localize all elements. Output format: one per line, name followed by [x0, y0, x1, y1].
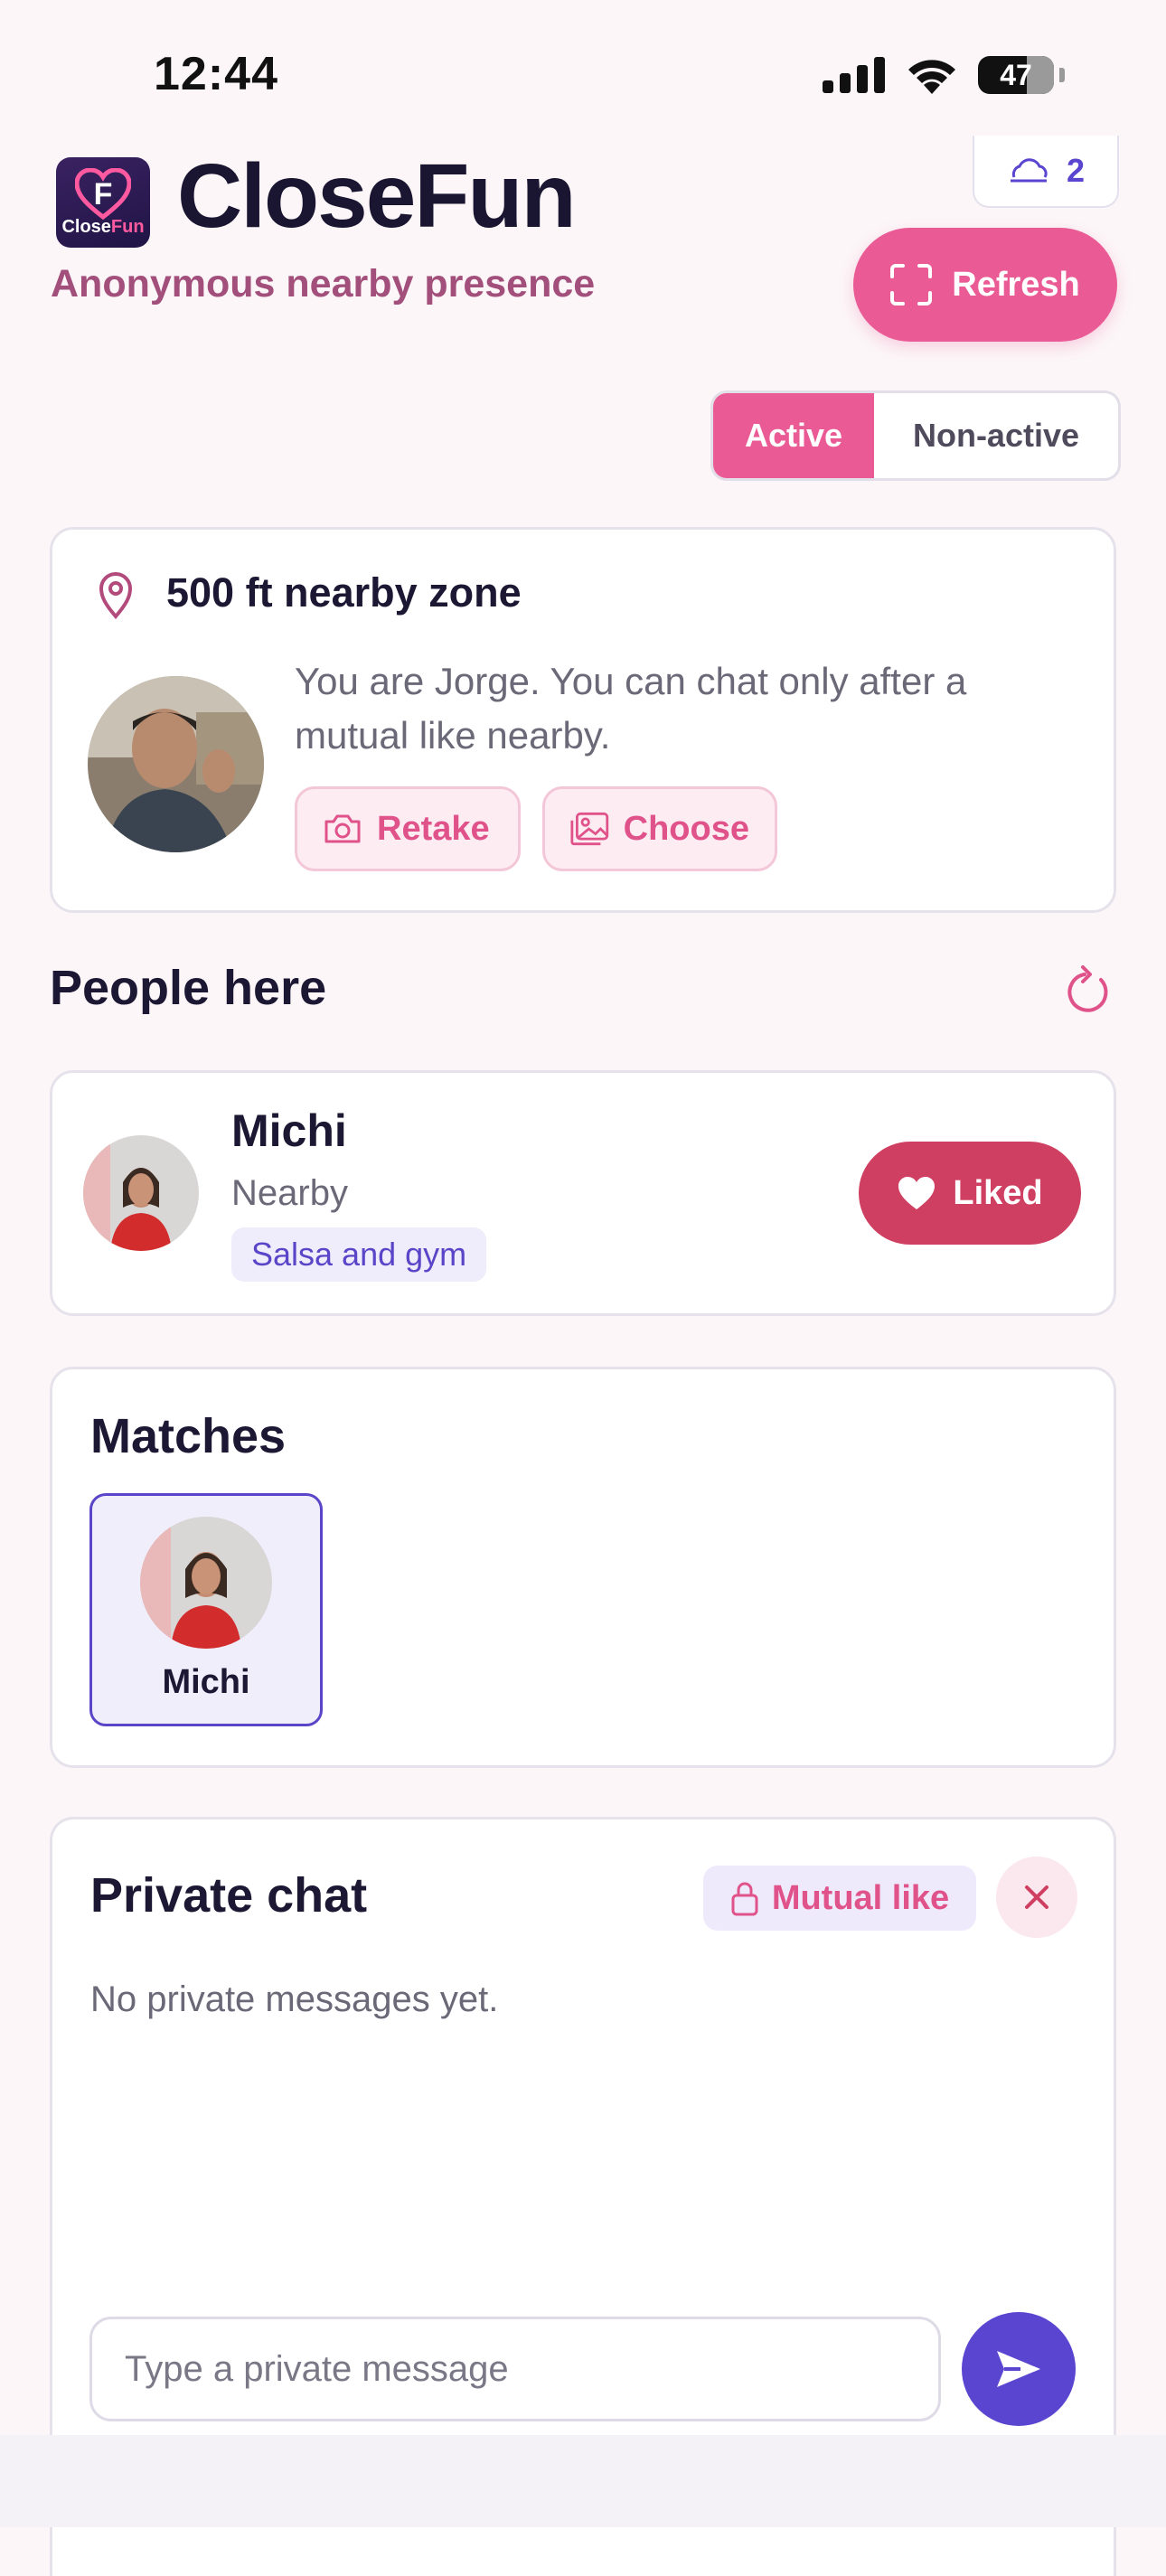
retake-label: Retake [377, 809, 490, 848]
person-status: Nearby [231, 1173, 348, 1213]
chat-title: Private chat [90, 1868, 368, 1923]
person-name: Michi [231, 1105, 347, 1156]
close-icon [1025, 1885, 1048, 1909]
cloud-icon [1010, 158, 1048, 183]
status-icons: 47 [823, 56, 1065, 94]
close-chat-button[interactable] [996, 1857, 1077, 1938]
heart-logo-icon: F [75, 167, 131, 220]
zone-title: 500 ft nearby zone [166, 569, 522, 616]
choose-label: Choose [623, 809, 749, 848]
toggle-active[interactable]: Active [713, 393, 874, 478]
retake-button[interactable]: Retake [295, 786, 521, 871]
battery-icon: 47 [978, 56, 1054, 94]
match-avatar [140, 1517, 272, 1649]
my-avatar [88, 676, 264, 852]
message-input[interactable] [89, 2317, 941, 2421]
bottom-safe-area [0, 2435, 1166, 2527]
refresh-button[interactable]: Refresh [853, 228, 1117, 342]
refresh-label: Refresh [952, 265, 1080, 304]
presence-toggle: Active Non-active [710, 390, 1121, 481]
send-icon [997, 2351, 1040, 2387]
choose-button[interactable]: Choose [542, 786, 777, 871]
nearby-count-chip[interactable]: 2 [973, 136, 1119, 208]
empty-chat-text: No private messages yet. [90, 1979, 499, 2019]
app-logo: F CloseFun [56, 157, 150, 248]
zone-description: You are Jorge. You can chat only after a… [295, 660, 967, 757]
heart-icon [898, 1177, 936, 1209]
logo-wordmark: CloseFun [61, 216, 145, 237]
svg-text:F: F [94, 177, 113, 212]
image-icon [570, 812, 609, 846]
location-pin-icon [99, 572, 133, 620]
camera-icon [324, 814, 361, 843]
scan-icon [890, 264, 933, 306]
wifi-icon [908, 60, 955, 94]
liked-button[interactable]: Liked [859, 1142, 1081, 1245]
battery-level: 47 [1000, 58, 1032, 91]
mutual-like-badge: Mutual like [703, 1866, 976, 1931]
send-button[interactable] [962, 2312, 1076, 2426]
liked-label: Liked [953, 1173, 1043, 1212]
app-subtitle: Anonymous nearby presence [51, 262, 596, 306]
people-title: People here [50, 961, 327, 1015]
nearby-count: 2 [1066, 152, 1086, 189]
match-name: Michi [162, 1663, 250, 1701]
toggle-non-active[interactable]: Non-active [874, 393, 1118, 478]
lock-icon [731, 1882, 758, 1916]
refresh-icon[interactable] [1065, 965, 1112, 1016]
interest-tag: Salsa and gym [231, 1227, 487, 1282]
person-avatar[interactable] [83, 1135, 199, 1251]
signal-icon [823, 57, 885, 93]
app-title: CloseFun [177, 146, 577, 247]
status-time: 12:44 [154, 48, 278, 100]
mutual-like-label: Mutual like [771, 1878, 950, 1917]
matches-title: Matches [90, 1409, 287, 1463]
